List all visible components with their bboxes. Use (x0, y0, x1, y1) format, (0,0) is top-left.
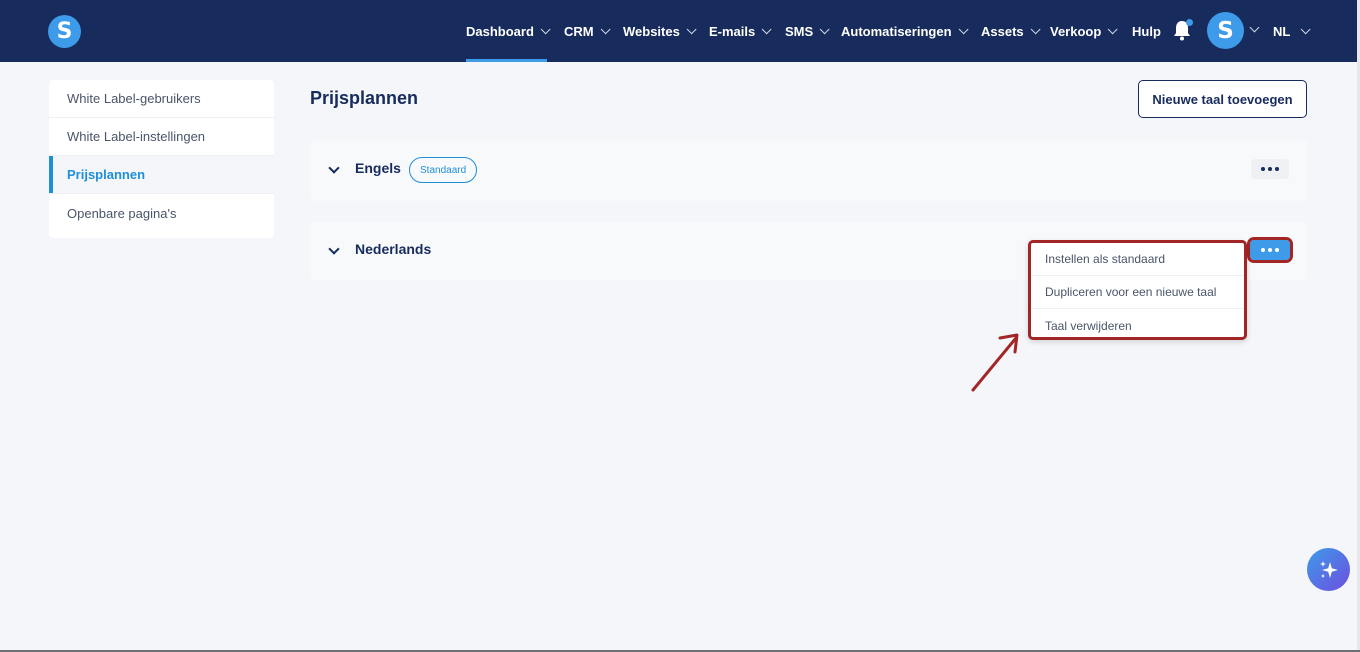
dot (1275, 248, 1279, 252)
nav-item-sms[interactable]: SMS (785, 0, 830, 62)
ai-assistant-button[interactable] (1307, 548, 1350, 591)
dot (1268, 248, 1272, 252)
chevron-down-icon (761, 23, 772, 34)
nav-item-dashboard[interactable]: Dashboard (466, 0, 551, 62)
sidebar-item-public-pages[interactable]: Openbare pagina's (49, 194, 274, 232)
sidebar-item-white-label-users[interactable]: White Label-gebruikers (49, 80, 274, 118)
chevron-down-icon[interactable] (328, 243, 340, 255)
notification-dot (1186, 19, 1193, 26)
chevron-down-icon (686, 23, 697, 34)
dot (1275, 167, 1279, 171)
language-row-english[interactable]: Engels Standaard (310, 140, 1307, 201)
more-options-button[interactable] (1251, 159, 1289, 179)
settings-sidebar: White Label-gebruikers White Label-inste… (49, 80, 274, 238)
sidebar-item-label: White Label-gebruikers (67, 91, 201, 106)
sidebar-item-label: Openbare pagina's (67, 205, 177, 221)
nav-item-label: SMS (785, 23, 814, 39)
sidebar-item-label: White Label-instellingen (67, 129, 206, 144)
dot (1268, 167, 1272, 171)
nav-item-label: E-mails (709, 23, 756, 39)
sidebar-item-white-label-settings[interactable]: White Label-instellingen (49, 118, 274, 156)
nav-item-verkoop[interactable]: Verkoop (1050, 0, 1118, 62)
nav-item-label: Assets (981, 23, 1024, 39)
chevron-down-icon[interactable] (1249, 22, 1260, 33)
add-language-button[interactable]: Nieuwe taal toevoegen (1138, 80, 1307, 118)
sparkle-icon (1319, 560, 1338, 578)
language-selector[interactable]: NL (1273, 0, 1311, 62)
chevron-down-icon (1107, 23, 1118, 34)
chevron-down-icon (540, 23, 551, 34)
more-options-button[interactable] (1247, 237, 1293, 263)
chevron-down-icon (1301, 23, 1311, 34)
chevron-down-icon (1030, 23, 1041, 34)
nav-item-crm[interactable]: CRM (564, 0, 611, 62)
chevron-down-icon (600, 23, 611, 34)
brand-logo[interactable]: S (48, 15, 81, 48)
chevron-down-icon (819, 23, 830, 34)
annotation-arrow-icon (971, 333, 1019, 392)
nav-item-label: Dashboard (466, 23, 534, 39)
menu-item-set-default[interactable]: Instellen als standaard (1031, 243, 1244, 276)
sidebar-item-label: Prijsplannen (67, 167, 146, 182)
nav-item-label: CRM (564, 23, 594, 39)
sidebar-item-price-plans[interactable]: Prijsplannen (49, 156, 274, 194)
nav-item-label: Websites (623, 23, 680, 39)
chevron-down-icon (958, 23, 969, 34)
nav-item-assets[interactable]: Assets (981, 0, 1041, 62)
language-name: Nederlands (355, 241, 432, 257)
top-navigation: S Dashboard CRM Websites E-mails SMS Aut… (0, 0, 1357, 62)
dot (1261, 167, 1265, 171)
nav-item-label: Hulp (1132, 23, 1161, 39)
nav-item-label: Automatiseringen (841, 23, 952, 39)
language-label: NL (1273, 23, 1291, 39)
nav-item-automatiseringen[interactable]: Automatiseringen (841, 0, 969, 62)
options-dropdown-menu: Instellen als standaard Dupliceren voor … (1028, 240, 1247, 340)
nav-item-label: Verkoop (1050, 23, 1102, 39)
menu-item-duplicate-language[interactable]: Dupliceren voor een nieuwe taal (1031, 276, 1244, 309)
menu-item-delete-language[interactable]: Taal verwijderen (1031, 309, 1244, 342)
nav-item-emails[interactable]: E-mails (709, 0, 772, 62)
default-badge: Standaard (409, 157, 478, 183)
nav-item-websites[interactable]: Websites (623, 0, 697, 62)
dot (1261, 248, 1265, 252)
chevron-down-icon[interactable] (328, 162, 340, 174)
language-name: Engels (355, 160, 401, 176)
page-title: Prijsplannen (310, 88, 419, 108)
avatar[interactable]: S (1207, 12, 1244, 49)
nav-item-hulp[interactable]: Hulp (1132, 0, 1161, 62)
